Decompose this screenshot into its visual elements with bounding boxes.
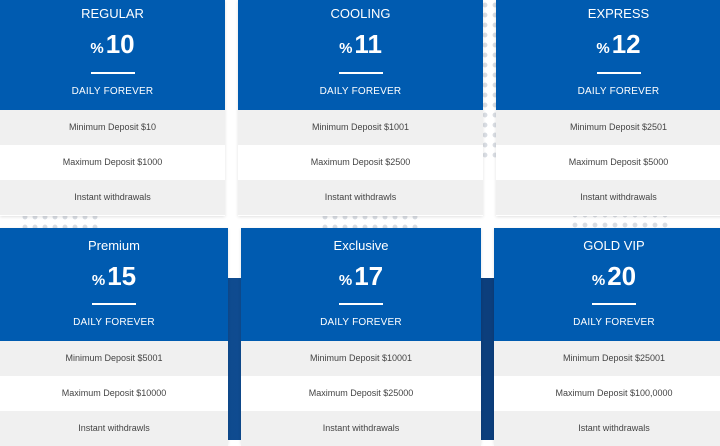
percent-symbol: % bbox=[591, 272, 606, 289]
plan-header: Premium %15 DAILY FOREVER bbox=[0, 228, 228, 341]
max-deposit: Maximum Deposit $2500 bbox=[238, 145, 483, 180]
rate-value: 20 bbox=[607, 261, 637, 291]
percent-symbol: % bbox=[596, 40, 610, 57]
plan-card-gold-vip: GOLD VIP %20 DAILY FOREVER Minimum Depos… bbox=[494, 228, 720, 446]
plan-header: Exclusive %17 DAILY FOREVER bbox=[241, 228, 481, 341]
divider bbox=[92, 303, 136, 305]
withdrawals: Instant withdrawls bbox=[0, 411, 228, 446]
plan-card-exclusive: Exclusive %17 DAILY FOREVER Minimum Depo… bbox=[241, 228, 481, 446]
min-deposit: Minimum Deposit $2501 bbox=[496, 110, 720, 145]
plan-rate: %15 bbox=[0, 258, 228, 299]
plan-title: Premium bbox=[87, 238, 140, 253]
withdrawals: Instant withdrawls bbox=[238, 180, 483, 215]
rate-value: 17 bbox=[354, 261, 384, 291]
percent-symbol: % bbox=[338, 272, 353, 289]
plan-title: EXPRESS bbox=[587, 6, 650, 21]
rate-value: 12 bbox=[611, 29, 641, 59]
plan-period: DAILY FOREVER bbox=[319, 86, 402, 97]
withdrawals: Instant withdrawals bbox=[241, 411, 481, 446]
percent-symbol: % bbox=[90, 40, 104, 57]
divider bbox=[596, 72, 641, 74]
withdrawals: Instant withdrawals bbox=[496, 180, 720, 215]
plan-rate: %12 bbox=[496, 26, 720, 67]
plan-title: REGULAR bbox=[81, 6, 144, 21]
max-deposit: Maximum Deposit $100,0000 bbox=[494, 376, 720, 411]
withdrawals: Istant withdrawals bbox=[494, 411, 720, 446]
plan-period: DAILY FOREVER bbox=[320, 317, 402, 328]
min-deposit: Minimum Deposit $25001 bbox=[494, 341, 720, 376]
plan-card-express: EXPRESS %12 DAILY FOREVER Minimum Deposi… bbox=[496, 0, 720, 216]
divider bbox=[338, 72, 383, 74]
plan-period: DAILY FOREVER bbox=[73, 317, 155, 328]
plan-period: DAILY FOREVER bbox=[573, 317, 655, 328]
plan-header: EXPRESS %12 DAILY FOREVER bbox=[496, 0, 720, 110]
plan-card-premium: Premium %15 DAILY FOREVER Minimum Deposi… bbox=[0, 228, 228, 446]
plan-rate: %11 bbox=[238, 26, 483, 67]
divider bbox=[592, 303, 636, 305]
plan-header: COOLING %11 DAILY FOREVER bbox=[238, 0, 483, 110]
max-deposit: Maximum Deposit $10000 bbox=[0, 376, 228, 411]
max-deposit: Maximum Deposit $5000 bbox=[496, 145, 720, 180]
percent-symbol: % bbox=[91, 272, 106, 289]
divider bbox=[90, 72, 135, 74]
plan-rate: %17 bbox=[241, 258, 481, 299]
max-deposit: Maximum Deposit $1000 bbox=[0, 145, 225, 180]
plan-header: REGULAR %10 DAILY FOREVER bbox=[0, 0, 225, 110]
plan-title: COOLING bbox=[330, 6, 391, 21]
divider bbox=[339, 303, 383, 305]
plan-rate: %10 bbox=[0, 26, 225, 67]
min-deposit: Minimum Deposit $5001 bbox=[0, 341, 228, 376]
withdrawals: Instant withdrawals bbox=[0, 180, 225, 215]
rate-value: 10 bbox=[105, 29, 135, 59]
min-deposit: Minimum Deposit $1001 bbox=[238, 110, 483, 145]
plan-header: GOLD VIP %20 DAILY FOREVER bbox=[494, 228, 720, 341]
min-deposit: Minimum Deposit $10 bbox=[0, 110, 225, 145]
rate-value: 11 bbox=[354, 29, 382, 59]
plan-card-cooling: COOLING %11 DAILY FOREVER Minimum Deposi… bbox=[238, 0, 483, 216]
plan-title: Exclusive bbox=[333, 238, 389, 253]
max-deposit: Maximum Deposit $25000 bbox=[241, 376, 481, 411]
plan-period: DAILY FOREVER bbox=[71, 86, 154, 97]
min-deposit: Minimum Deposit $10001 bbox=[241, 341, 481, 376]
rate-value: 15 bbox=[107, 261, 137, 291]
plan-period: DAILY FOREVER bbox=[577, 86, 660, 97]
plan-rate: %20 bbox=[494, 258, 720, 299]
plan-card-regular: REGULAR %10 DAILY FOREVER Minimum Deposi… bbox=[0, 0, 225, 216]
percent-symbol: % bbox=[339, 40, 353, 57]
plan-title: GOLD VIP bbox=[583, 238, 645, 253]
